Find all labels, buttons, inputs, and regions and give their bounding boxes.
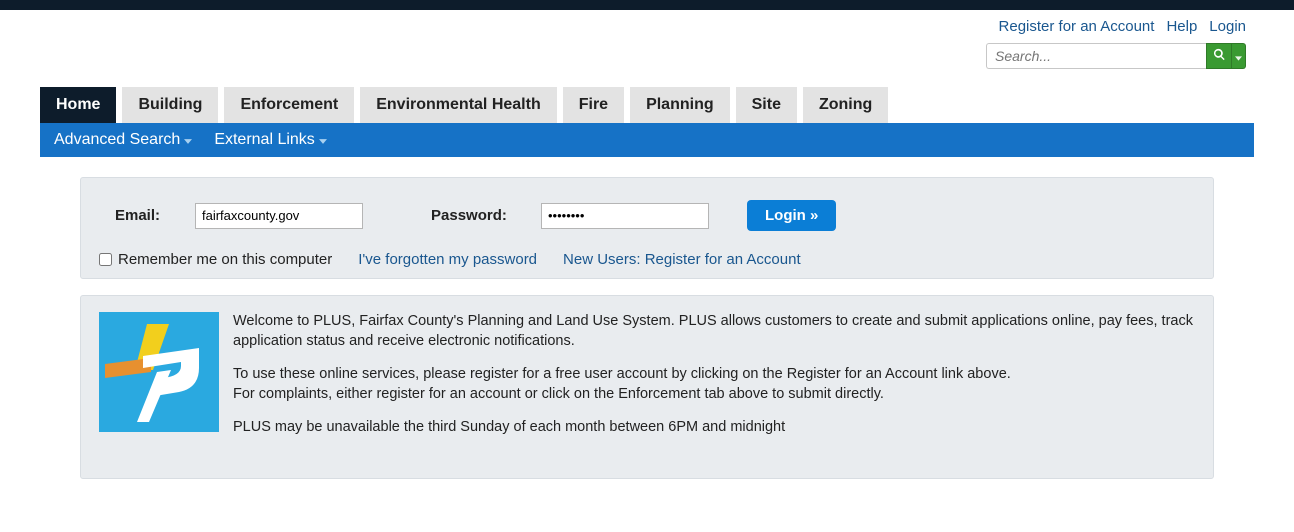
login-link[interactable]: Login xyxy=(1209,18,1246,35)
login-button[interactable]: Login » xyxy=(747,200,836,231)
main-tabs: HomeBuildingEnforcementEnvironmental Hea… xyxy=(40,87,1254,123)
subnav-external-links[interactable]: External Links xyxy=(214,131,327,149)
search-row xyxy=(0,39,1294,87)
subnav: Advanced Search External Links xyxy=(40,123,1254,157)
tab-building[interactable]: Building xyxy=(122,87,218,123)
register-link[interactable]: Register for an Account xyxy=(999,18,1155,35)
subnav-external-label: External Links xyxy=(214,131,315,149)
email-field[interactable] xyxy=(195,203,363,229)
remember-checkbox[interactable] xyxy=(99,253,112,266)
tab-site[interactable]: Site xyxy=(736,87,797,123)
welcome-p3: PLUS may be unavailable the third Sunday… xyxy=(233,418,1195,438)
nav-wrap: HomeBuildingEnforcementEnvironmental Hea… xyxy=(0,87,1294,479)
new-users-link[interactable]: New Users: Register for an Account xyxy=(563,251,801,268)
remember-label: Remember me on this computer xyxy=(118,251,332,268)
header-links: Register for an Account Help Login xyxy=(0,10,1294,39)
search-button[interactable] xyxy=(1206,43,1232,69)
login-lower: Remember me on this computer I've forgot… xyxy=(99,251,1195,268)
tab-enforcement[interactable]: Enforcement xyxy=(224,87,354,123)
tab-home[interactable]: Home xyxy=(40,87,116,123)
search-input[interactable] xyxy=(986,43,1206,69)
remember-me[interactable]: Remember me on this computer xyxy=(99,251,332,268)
search-group xyxy=(986,43,1246,69)
caret-down-icon xyxy=(184,131,192,149)
password-label: Password: xyxy=(431,207,521,224)
welcome-p2: To use these online services, please reg… xyxy=(233,365,1195,404)
login-row: Email: Password: Login » xyxy=(99,200,1195,231)
welcome-text: Welcome to PLUS, Fairfax County's Planni… xyxy=(233,312,1195,438)
welcome-p1: Welcome to PLUS, Fairfax County's Planni… xyxy=(233,312,1195,351)
subnav-advanced-label: Advanced Search xyxy=(54,131,180,149)
tab-environmental-health[interactable]: Environmental Health xyxy=(360,87,556,123)
login-panel: Email: Password: Login » Remember me on … xyxy=(80,177,1214,279)
welcome-panel: Welcome to PLUS, Fairfax County's Planni… xyxy=(80,295,1214,479)
help-link[interactable]: Help xyxy=(1166,18,1197,35)
search-dropdown-button[interactable] xyxy=(1232,43,1246,69)
subnav-advanced-search[interactable]: Advanced Search xyxy=(54,131,192,149)
search-icon xyxy=(1213,48,1226,64)
caret-down-icon xyxy=(1235,48,1242,64)
top-bar xyxy=(0,0,1294,10)
tab-fire[interactable]: Fire xyxy=(563,87,624,123)
forgot-password-link[interactable]: I've forgotten my password xyxy=(358,251,537,268)
tab-zoning[interactable]: Zoning xyxy=(803,87,888,123)
plus-logo xyxy=(99,312,219,432)
email-label: Email: xyxy=(115,207,175,224)
tab-planning[interactable]: Planning xyxy=(630,87,730,123)
caret-down-icon xyxy=(319,131,327,149)
password-field[interactable] xyxy=(541,203,709,229)
